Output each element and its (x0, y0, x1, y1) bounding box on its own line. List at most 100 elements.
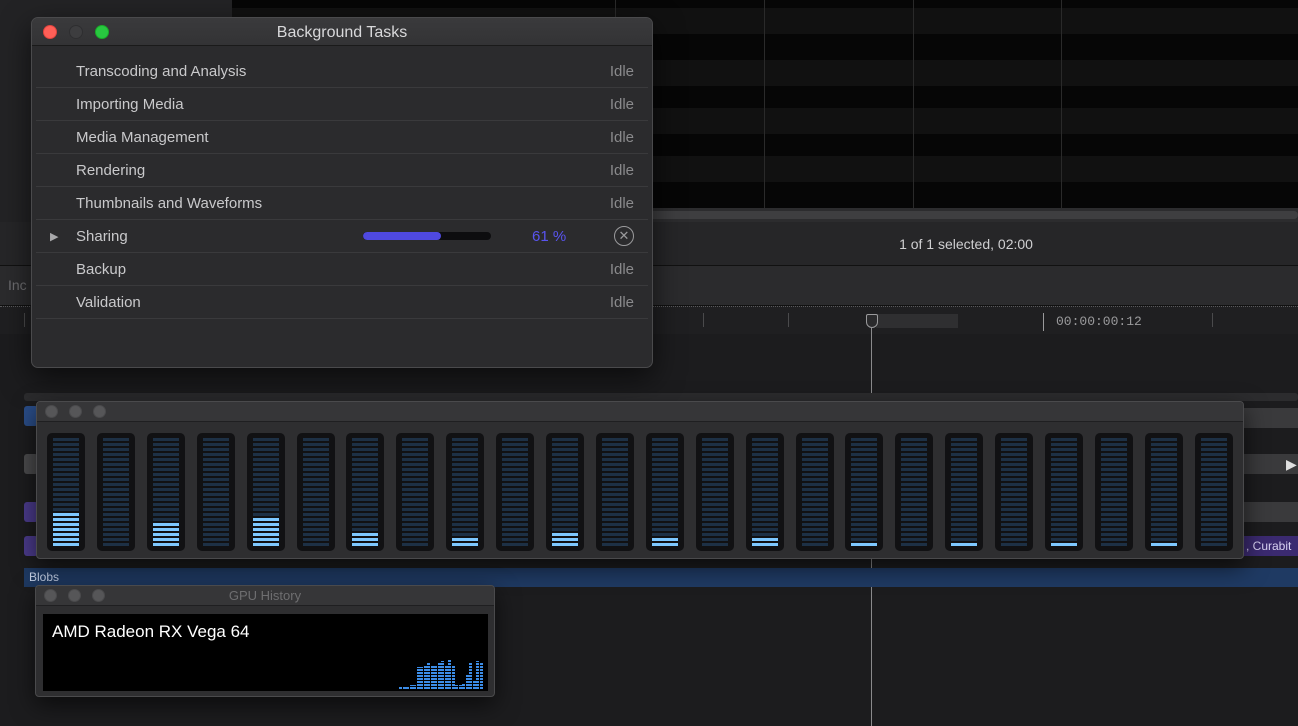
blobs-track-label: Blobs (29, 570, 60, 584)
gpu-history-graph: AMD Radeon RX Vega 64 (43, 614, 488, 691)
window-title: Background Tasks (276, 24, 408, 41)
meter-scale (502, 438, 528, 546)
gpu-core-meter (746, 433, 784, 551)
meter-level (552, 533, 578, 546)
gpu-core-meter (895, 433, 933, 551)
gpu-core-meter (845, 433, 883, 551)
window-titlebar[interactable]: Background Tasks (32, 18, 652, 46)
minimize-window-button[interactable] (69, 405, 82, 418)
task-status: Idle (609, 63, 634, 80)
meter-scale (1151, 438, 1177, 546)
meter-scale (1051, 438, 1077, 546)
range-selection (876, 314, 958, 328)
gpu-meters (47, 433, 1237, 551)
ruler-tick (1043, 313, 1044, 331)
window-titlebar[interactable] (37, 402, 1243, 422)
meter-level (153, 523, 179, 546)
meter-scale (352, 438, 378, 546)
timeline-clip-title[interactable]: , Curabit (1242, 536, 1298, 556)
task-row-rendering: Rendering Idle (36, 154, 648, 187)
ruler-timecode: 00:00:00:12 (1056, 314, 1142, 329)
timeline-track (24, 393, 1298, 401)
gpu-core-meter (396, 433, 434, 551)
task-name: Rendering (76, 162, 146, 179)
meter-scale (652, 438, 678, 546)
gpu-core-meter (346, 433, 384, 551)
ruler-tick (24, 313, 25, 327)
meter-scale (1101, 438, 1127, 546)
meter-scale (303, 438, 329, 546)
meter-level (352, 533, 378, 546)
gpu-core-meter (995, 433, 1033, 551)
task-row-thumbnails: Thumbnails and Waveforms Idle (36, 187, 648, 220)
selection-status: 1 of 1 selected, 02:00 (899, 236, 1033, 252)
ruler-tick (788, 313, 789, 327)
task-name: Transcoding and Analysis (76, 63, 247, 80)
history-sample (479, 663, 483, 689)
disclosure-triangle-icon[interactable]: ▶ (50, 230, 58, 243)
task-name: Importing Media (76, 96, 184, 113)
task-row-transcoding: Transcoding and Analysis Idle (36, 55, 648, 88)
gpu-name: AMD Radeon RX Vega 64 (52, 622, 250, 641)
close-window-button[interactable] (45, 405, 58, 418)
ruler-tick (703, 313, 704, 327)
timeline-clip[interactable] (1244, 408, 1298, 428)
task-name: Backup (76, 261, 127, 278)
window-title: GPU History (228, 588, 302, 603)
ruler-tick (1212, 313, 1213, 327)
meter-scale (1001, 438, 1027, 546)
viewer-divider (764, 0, 765, 208)
meter-level (53, 513, 79, 546)
gpu-core-meter (1095, 433, 1133, 551)
gpu-activity-window (36, 401, 1244, 559)
progress-percentage: 61 % (532, 228, 567, 245)
index-button-label[interactable]: Inc (8, 277, 27, 293)
meter-scale (1201, 438, 1227, 546)
close-circle-icon: ✕ (618, 228, 630, 243)
meter-scale (103, 438, 129, 546)
task-row-backup: Backup Idle (36, 253, 648, 286)
task-row-media-management: Media Management Idle (36, 121, 648, 154)
gpu-core-meter (1195, 433, 1233, 551)
scrollbar-thumb[interactable] (612, 211, 1298, 219)
task-status: Idle (609, 195, 634, 212)
zoom-window-button[interactable] (93, 405, 106, 418)
gpu-core-meter (247, 433, 285, 551)
meter-level (1151, 543, 1177, 546)
task-row-validation: Validation Idle (36, 286, 648, 319)
gpu-core-meter (97, 433, 135, 551)
meter-level (652, 538, 678, 546)
cancel-share-button[interactable]: ✕ (614, 226, 634, 246)
timeline-clip[interactable] (1244, 502, 1298, 522)
gpu-core-meter (47, 433, 85, 551)
meter-scale (802, 438, 828, 546)
gpu-core-meter (1045, 433, 1083, 551)
gpu-core-meter (147, 433, 185, 551)
progress-fill (363, 232, 442, 240)
task-name: Media Management (76, 129, 209, 146)
meter-level (851, 543, 877, 546)
meter-scale (402, 438, 428, 546)
task-status: Idle (609, 261, 634, 278)
gpu-core-meter (1145, 433, 1183, 551)
playhead-handle[interactable] (866, 314, 878, 328)
background-tasks-window: Background Tasks Transcoding and Analysi… (31, 17, 653, 368)
task-row-importing: Importing Media Idle (36, 88, 648, 121)
task-status: Idle (609, 294, 634, 311)
meter-scale (452, 438, 478, 546)
task-name: Validation (76, 294, 141, 311)
gpu-core-meter (796, 433, 834, 551)
gpu-history-window: GPU History AMD Radeon RX Vega 64 (35, 585, 495, 697)
window-titlebar[interactable]: GPU History (36, 586, 494, 606)
task-status: Idle (609, 129, 634, 146)
viewer-divider (1061, 0, 1062, 208)
meter-level (752, 538, 778, 546)
viewer-divider (913, 0, 914, 208)
screen: 1 of 1 selected, 02:00 Inc 00:00:00:12 ▶… (0, 0, 1298, 726)
gpu-core-meter (446, 433, 484, 551)
meter-scale (901, 438, 927, 546)
gpu-core-meter (546, 433, 584, 551)
gpu-core-meter (646, 433, 684, 551)
task-list: Transcoding and Analysis Idle Importing … (32, 55, 652, 319)
gpu-core-meter (596, 433, 634, 551)
